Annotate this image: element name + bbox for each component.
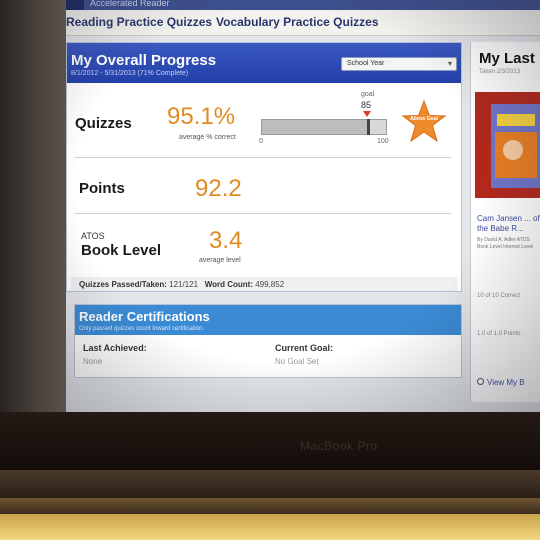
cert-title: Reader Certifications bbox=[79, 309, 210, 324]
goal-arrow-icon bbox=[363, 111, 371, 117]
tab-vocabulary-practice[interactable]: Vocabulary Practice Quizzes bbox=[216, 15, 379, 29]
period-select[interactable]: School Year ▾ bbox=[341, 57, 457, 71]
screen: Accelerated Reader Reading Practice Quiz… bbox=[66, 0, 540, 412]
above-goal-star-icon bbox=[401, 99, 447, 143]
progress-marker bbox=[367, 119, 370, 135]
book-title-link[interactable]: Cam Jansen ... of the Babe R... bbox=[477, 214, 540, 234]
current-goal-label: Current Goal: bbox=[275, 343, 334, 353]
quiz-nav: Reading Practice Quizzes Vocabulary Prac… bbox=[66, 10, 540, 36]
cert-header: Reader Certifications Only passed quizze… bbox=[75, 305, 461, 335]
app-header: Accelerated Reader bbox=[66, 0, 540, 10]
quizzes-label: Quizzes bbox=[75, 115, 132, 132]
period-select-value: School Year bbox=[347, 60, 385, 67]
passed-label: Quizzes Passed/Taken: bbox=[79, 280, 167, 289]
period-range: 8/1/2012 - 5/31/2013 (71% Complete) bbox=[71, 70, 189, 77]
sidebar-date: Taken 2/3/2013 bbox=[479, 69, 521, 75]
book-cover-image bbox=[491, 104, 540, 188]
sidebar-title: My Last bbox=[479, 50, 535, 67]
book-level-value: 3.4 bbox=[209, 227, 243, 254]
magnifier-icon bbox=[477, 378, 484, 385]
goal-value: 85 bbox=[361, 100, 372, 110]
word-count-value: 499,852 bbox=[255, 280, 285, 289]
divider bbox=[75, 213, 451, 214]
book-level-label: Book Level bbox=[81, 242, 162, 259]
cert-subtitle: Only passed quizzes count toward certifi… bbox=[79, 326, 205, 332]
chevron-down-icon: ▾ bbox=[447, 59, 452, 68]
sidebar-points: 1.0 of 1.0 Points bbox=[477, 331, 521, 337]
goal-label: goal bbox=[361, 91, 375, 98]
word-count-label: Word Count: bbox=[204, 280, 253, 289]
progress-bar bbox=[261, 119, 387, 135]
divider bbox=[75, 157, 451, 158]
tab-reading-practice[interactable]: Reading Practice Quizzes bbox=[66, 15, 212, 29]
quiz-summary: Quizzes Passed/Taken: 121/121 Word Count… bbox=[71, 277, 457, 291]
laptop-left-bezel bbox=[0, 0, 66, 412]
app-logo bbox=[66, 0, 84, 10]
book-meta: By David A. Adler ATOS Book Level Intere… bbox=[477, 237, 534, 250]
last-achieved-value: None bbox=[83, 357, 103, 366]
reader-certifications-panel: Reader Certifications Only passed quizze… bbox=[74, 304, 462, 378]
device-brand: MacBook Pro bbox=[300, 439, 378, 453]
atos-label: ATOS bbox=[81, 231, 105, 241]
panel-title: My Overall Progress bbox=[71, 52, 217, 69]
panel-header: My Overall Progress 8/1/2012 - 5/31/2013… bbox=[67, 43, 461, 83]
book-cover-frame[interactable] bbox=[475, 92, 540, 198]
axis-min: 0 bbox=[259, 138, 263, 145]
overall-progress-panel: My Overall Progress 8/1/2012 - 5/31/2013… bbox=[66, 42, 462, 292]
axis-max: 100 bbox=[377, 138, 389, 145]
quizzes-value: 95.1% bbox=[167, 103, 236, 130]
current-goal-value: No Goal Set bbox=[275, 357, 319, 366]
app-name: Accelerated Reader bbox=[90, 0, 170, 8]
points-value: 92.2 bbox=[195, 175, 242, 202]
sidebar-correct: 10 of 10 Correct bbox=[477, 293, 521, 299]
passed-value: 121/121 bbox=[169, 280, 199, 289]
last-quiz-sidebar: My Last Taken 2/3/2013 Cam Jansen ... of… bbox=[470, 42, 540, 402]
book-level-caption: average level bbox=[199, 257, 241, 264]
view-bookshelf-link[interactable]: View My B bbox=[477, 378, 525, 387]
quizzes-caption: average % correct bbox=[179, 134, 236, 141]
progress-bar-fill bbox=[262, 120, 367, 134]
view-link-label: View My B bbox=[487, 378, 525, 387]
laptop-lower-bezel: MacBook Pro bbox=[0, 412, 540, 540]
points-label: Points bbox=[79, 180, 125, 197]
last-achieved-label: Last Achieved: bbox=[83, 343, 147, 353]
above-goal-badge: Above Goal bbox=[410, 116, 438, 122]
